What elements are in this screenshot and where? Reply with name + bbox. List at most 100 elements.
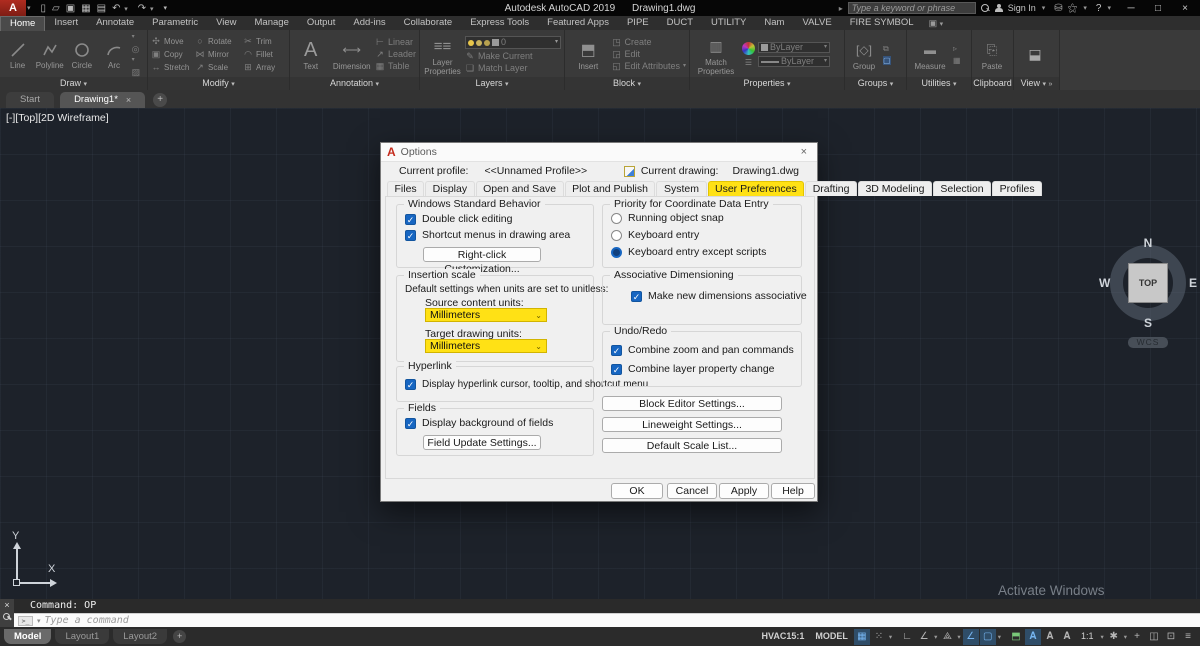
recent-commands-caret-icon[interactable]: ▾	[37, 617, 41, 625]
ribbon-tab-duct[interactable]: DUCT	[658, 16, 702, 30]
recent-commands-icon[interactable]: >_	[18, 616, 33, 626]
viewcube-south[interactable]: S	[1144, 316, 1152, 330]
ribbon-tab-home[interactable]: Home	[0, 16, 45, 31]
annoscale-caret-icon[interactable]: ▾	[1099, 633, 1104, 641]
base-view-tool[interactable]: ⬓	[1017, 42, 1053, 68]
keyboard-entry-radio[interactable]: Keyboard entry	[611, 229, 699, 241]
draw-panel-label[interactable]: Draw ▾	[0, 77, 147, 90]
default-scale-list-button[interactable]: Default Scale List...	[602, 438, 782, 453]
redo-icon[interactable]: ↷ ▾	[138, 3, 158, 14]
help-icon[interactable]: ?	[1096, 3, 1102, 14]
ellipse-icon[interactable]: ◎ ▾	[132, 45, 144, 65]
color-control-dropdown[interactable]: ByLayer ▾	[758, 42, 830, 53]
new-layout-button[interactable]: +	[173, 630, 186, 643]
match-layer-tool[interactable]: ❏Match Layer	[465, 64, 561, 73]
stretch-tool[interactable]: ↔Stretch	[151, 62, 193, 73]
close-button[interactable]: ×	[1174, 3, 1196, 14]
undo-icon[interactable]: ↶ ▾	[112, 3, 132, 14]
save-as-icon[interactable]: ▦	[81, 3, 90, 14]
snap-mode-icon[interactable]: ⁙	[871, 629, 887, 645]
shortcut-menus-checkbox[interactable]: ✓ Shortcut menus in drawing area	[405, 229, 570, 241]
text-tool[interactable]: A Text	[293, 37, 328, 72]
group-edit-icon[interactable]: ▢	[883, 56, 891, 65]
viewcube-west[interactable]: W	[1099, 276, 1110, 290]
share-caret-icon[interactable]: ▾	[1083, 4, 1087, 12]
options-tab-display[interactable]: Display	[425, 181, 474, 196]
help-button[interactable]: Help	[771, 483, 815, 499]
edit-block-tool[interactable]: ◲Edit	[611, 50, 686, 59]
ribbon-tab-nam[interactable]: Nam	[755, 16, 793, 30]
viewport-scale-button[interactable]: HVAC15:1	[757, 628, 810, 645]
ribbon-tab-insert[interactable]: Insert	[45, 16, 87, 30]
new-file-icon[interactable]: ▯	[41, 3, 47, 14]
layer-select-dropdown[interactable]: 0 ▾	[465, 36, 561, 49]
make-current-tool[interactable]: ✎Make Current	[465, 52, 561, 61]
file-tab-close-icon[interactable]: ×	[126, 92, 131, 108]
customization-menu-icon[interactable]: ≡	[1180, 629, 1196, 645]
app-store-cart-icon[interactable]: ⛁	[1054, 3, 1062, 14]
edit-attributes-tool[interactable]: ◱Edit Attributes ▾	[611, 62, 686, 71]
options-tab-drafting[interactable]: Drafting	[805, 181, 857, 196]
sign-in-avatar-icon[interactable]	[995, 4, 1003, 13]
mirror-tool[interactable]: ⋈Mirror	[195, 49, 241, 60]
source-units-dropdown[interactable]: Millimeters ⌄	[425, 308, 547, 322]
ribbon-tab-annotate[interactable]: Annotate	[87, 16, 143, 30]
calculator-icon[interactable]: ▦	[953, 56, 961, 65]
rectangle-icon[interactable]: ▭ ▾	[132, 30, 144, 42]
array-tool[interactable]: ⊞Array	[243, 62, 283, 73]
match-properties-tool[interactable]: ▥ Match Properties	[693, 33, 739, 76]
open-file-icon[interactable]: ▱	[52, 3, 60, 14]
fillet-tool[interactable]: ◠Fillet	[243, 49, 283, 60]
circle-tool[interactable]: Circle	[67, 39, 96, 70]
right-click-customization-button[interactable]: Right-click Customization...	[423, 247, 541, 262]
plot-icon[interactable]: ▤	[97, 3, 106, 14]
block-panel-label[interactable]: Block ▾	[565, 77, 689, 90]
sign-in-label[interactable]: Sign In	[1008, 3, 1036, 13]
block-editor-settings-button[interactable]: Block Editor Settings...	[602, 396, 782, 411]
layer-properties-tool[interactable]: ≡≡ Layer Properties	[423, 33, 462, 76]
layout-tab-layout1[interactable]: Layout1	[55, 629, 109, 644]
layout-tab-layout2[interactable]: Layout2	[113, 629, 167, 644]
linetype-control-dropdown[interactable]: ByLayer ▾	[758, 56, 830, 67]
properties-panel-label[interactable]: Properties ▾	[690, 77, 844, 90]
copy-tool[interactable]: ▣Copy	[151, 49, 193, 60]
paste-tool[interactable]: ⎘ Paste	[975, 37, 1009, 72]
object-snap-icon[interactable]: ▢	[980, 629, 996, 645]
minimize-button[interactable]: ─	[1120, 3, 1142, 14]
search-expand-icon[interactable]: ▸	[839, 4, 843, 13]
apply-button[interactable]: Apply	[719, 483, 769, 499]
ortho-mode-icon[interactable]: ∟	[899, 629, 915, 645]
arc-tool[interactable]: Arc	[99, 39, 128, 70]
annotation-visibility-icon[interactable]: 𝐀	[1025, 629, 1041, 645]
ribbon-tab-express-tools[interactable]: Express Tools	[461, 16, 538, 30]
ungroup-icon[interactable]: ⧉	[883, 44, 891, 53]
command-input[interactable]	[45, 615, 1200, 626]
viewcube-top-face[interactable]: TOP	[1128, 263, 1168, 303]
rotate-tool[interactable]: ○Rotate	[195, 36, 241, 47]
application-menu-caret-icon[interactable]: ▾	[27, 4, 31, 12]
ribbon-tab-fire-symbol[interactable]: FIRE SYMBOL	[841, 16, 923, 30]
field-update-settings-button[interactable]: Field Update Settings...	[423, 435, 541, 450]
viewcube-east[interactable]: E	[1189, 276, 1197, 290]
restore-button[interactable]: □	[1147, 3, 1169, 14]
cancel-button[interactable]: Cancel	[667, 483, 717, 499]
running-object-snap-radio[interactable]: Running object snap	[611, 212, 724, 224]
ribbon-tab-utility[interactable]: UTILITY	[702, 16, 755, 30]
model-space-toggle[interactable]: MODEL	[810, 628, 853, 645]
autodesk-360-share-icon[interactable]: ⚝	[1068, 3, 1078, 14]
selection-cycling-icon[interactable]: ⬒	[1008, 629, 1024, 645]
help-search-input[interactable]	[848, 2, 976, 14]
viewport-controls-label[interactable]: [-][Top][2D Wireframe]	[6, 112, 109, 124]
file-tab-drawing1[interactable]: Drawing1* ×	[60, 92, 145, 108]
command-customize-icon[interactable]	[3, 613, 11, 621]
combine-layer-property-checkbox[interactable]: ✓ Combine layer property change	[611, 363, 775, 375]
object-color-wheel-icon[interactable]	[742, 42, 755, 55]
application-menu-button[interactable]: A	[0, 0, 26, 16]
options-tab-selection[interactable]: Selection	[933, 181, 991, 196]
leader-tool[interactable]: ↗Leader	[375, 50, 416, 59]
options-dialog-titlebar[interactable]: A Options ×	[381, 143, 817, 162]
options-tab-user-preferences[interactable]: User Preferences	[708, 181, 805, 196]
osnap-caret-icon[interactable]: ▾	[997, 633, 1002, 641]
command-window-close-icon[interactable]: ×	[4, 601, 9, 610]
clean-screen-icon[interactable]: ⊡	[1163, 629, 1179, 645]
